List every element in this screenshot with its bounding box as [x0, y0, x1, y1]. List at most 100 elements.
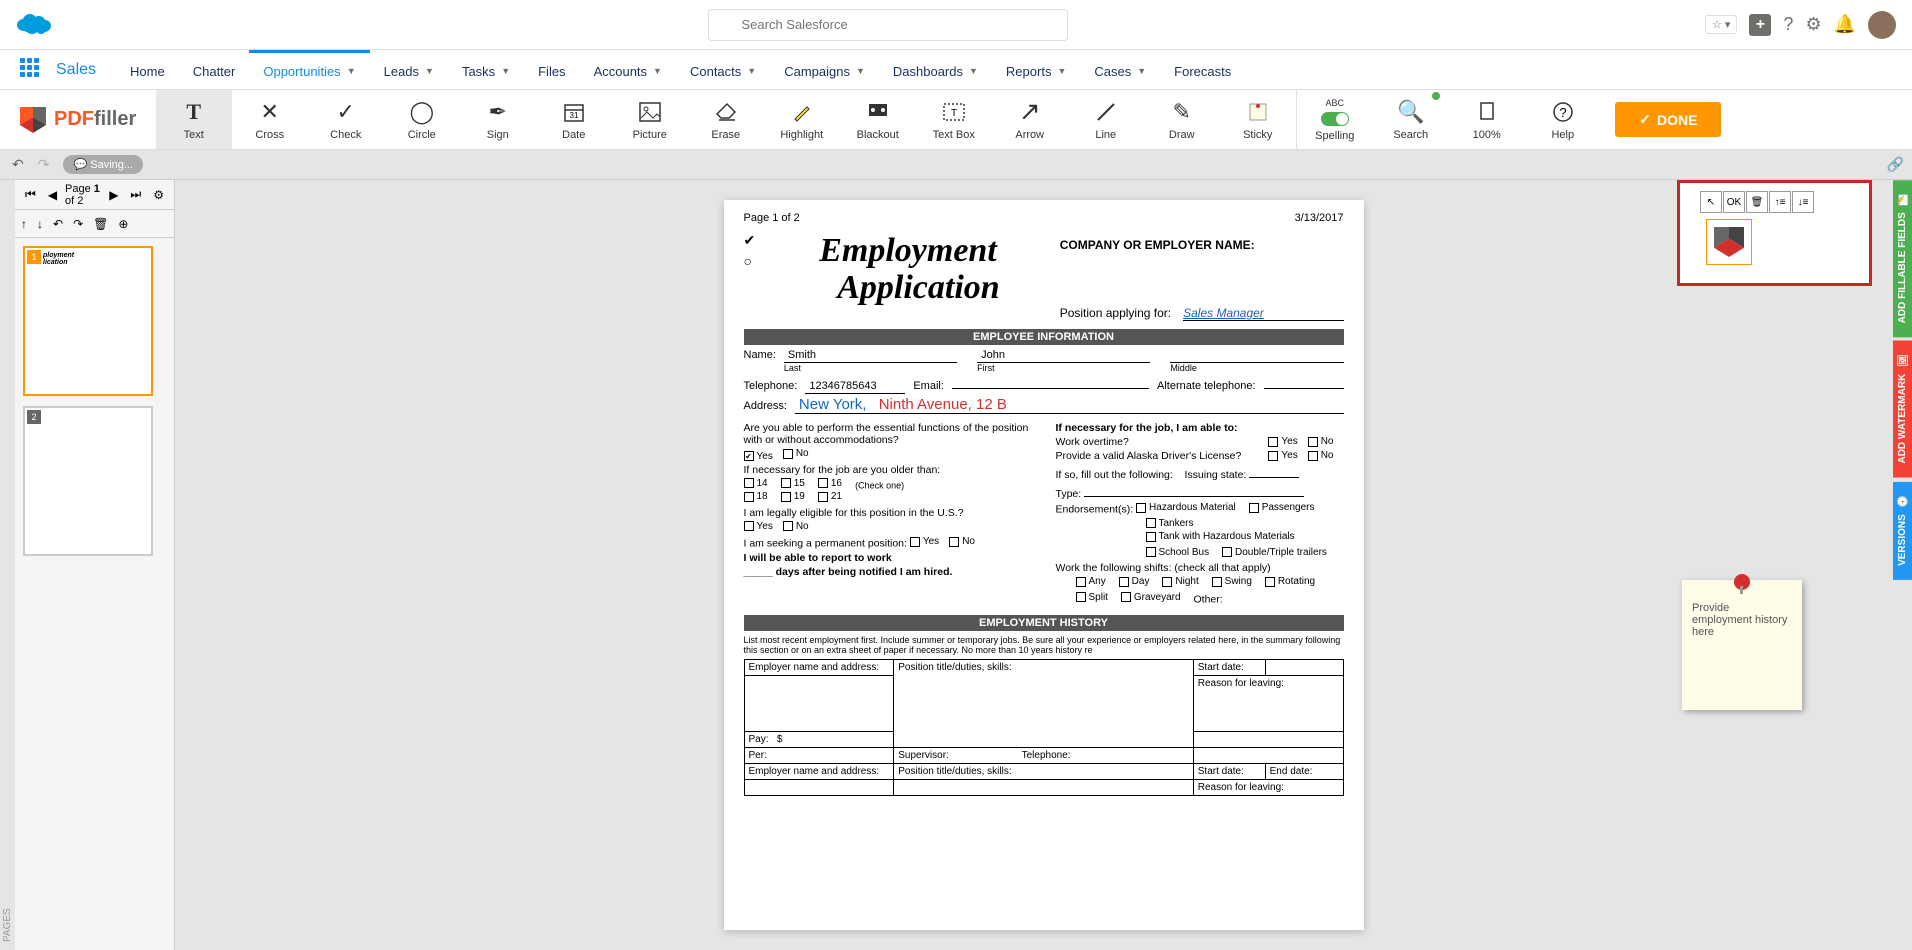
nav-cases[interactable]: Cases▼ — [1080, 50, 1160, 90]
tool-cross[interactable]: ✕Cross — [232, 90, 308, 149]
nav-leads[interactable]: Leads▼ — [370, 50, 448, 90]
side-tab-versions[interactable]: VERSIONS🕘 — [1893, 482, 1912, 580]
tool-search[interactable]: 🔍Search — [1373, 90, 1449, 149]
rotate-right-icon[interactable]: ↷ — [73, 217, 83, 231]
tool-zoom[interactable]: 100% — [1449, 90, 1525, 149]
first-page-icon[interactable]: ⏮ — [21, 185, 40, 204]
address-street[interactable]: Ninth Avenue, 12 B — [879, 396, 1007, 413]
tool-draw[interactable]: ✎Draw — [1144, 90, 1220, 149]
nav-forecasts[interactable]: Forecasts — [1160, 50, 1245, 90]
chevron-down-icon: ▼ — [347, 66, 356, 76]
annotation-cursor-icon[interactable]: ↖ — [1700, 191, 1722, 213]
prev-page-icon[interactable]: ◀ — [44, 186, 61, 204]
annotation-bring-front-icon[interactable]: ↑≡ — [1769, 191, 1791, 213]
tool-check[interactable]: ✓Check — [308, 90, 384, 149]
versions-icon: 🕘 — [1897, 496, 1908, 508]
page-date: 3/13/2017 — [1295, 212, 1344, 224]
annotation-highlight-box: ↖ OK 🗑 ↑≡ ↓≡ — [1677, 180, 1872, 286]
side-tab-fillable-fields[interactable]: ADD FILLABLE FIELDS📝 — [1893, 180, 1912, 337]
doc-title-1: Employment — [819, 232, 999, 269]
tool-arrow[interactable]: ↗Arrow — [992, 90, 1068, 149]
fillable-icon: 📝 — [1897, 194, 1908, 206]
favorites-dropdown[interactable]: ☆ ▾ — [1705, 15, 1737, 34]
telephone[interactable]: 12346785643 — [809, 380, 876, 392]
cb-yes[interactable]: ✔Yes — [744, 451, 773, 462]
thumbnail-page-1[interactable]: 1 ploymentlication — [23, 246, 153, 396]
cb-no[interactable]: No — [783, 448, 809, 459]
nav-dashboards[interactable]: Dashboards▼ — [879, 50, 992, 90]
svg-text:?: ? — [1559, 105, 1566, 120]
tool-help[interactable]: ?Help — [1525, 90, 1601, 149]
thumbnail-page-2[interactable]: 2 — [23, 406, 153, 556]
checkbox-markers: ✔○ — [744, 232, 756, 269]
last-name[interactable]: Smith — [788, 349, 816, 361]
position-value[interactable]: Sales Manager — [1183, 306, 1264, 320]
tool-erase[interactable]: Erase — [688, 90, 764, 149]
check-icon: ✓ — [1639, 111, 1651, 128]
tool-text[interactable]: TText — [156, 90, 232, 149]
company-label: COMPANY OR EMPLOYER NAME: — [1060, 238, 1344, 252]
nav-accounts[interactable]: Accounts▼ — [580, 50, 676, 90]
tool-circle[interactable]: ◯Circle — [384, 90, 460, 149]
page-settings-icon[interactable]: ⚙ — [149, 186, 168, 204]
annotation-ok-button[interactable]: OK — [1723, 191, 1745, 213]
redo-icon[interactable]: ↷ — [38, 156, 50, 173]
tool-sticky[interactable]: Sticky — [1220, 90, 1296, 149]
nav-contacts[interactable]: Contacts▼ — [676, 50, 770, 90]
link-icon[interactable]: 🔗 — [1887, 156, 1904, 173]
tool-spelling[interactable]: ABCSpelling — [1297, 90, 1373, 149]
notifications-icon[interactable]: 🔔 — [1834, 14, 1856, 35]
done-button[interactable]: ✓DONE — [1615, 102, 1721, 137]
svg-text:T: T — [951, 108, 957, 119]
section-employment-history: EMPLOYMENT HISTORY — [744, 615, 1344, 631]
watermark-icon: 🖼 — [1897, 355, 1908, 368]
side-tab-watermark[interactable]: ADD WATERMARK🖼 — [1893, 341, 1912, 478]
svg-text:31: 31 — [569, 111, 578, 120]
pdffiller-logo: PDFfiller — [0, 90, 156, 149]
tool-picture[interactable]: Picture — [612, 90, 688, 149]
page-indicator: Page 1 of 2 — [65, 183, 101, 207]
nav-reports[interactable]: Reports▼ — [992, 50, 1080, 90]
tool-blackout[interactable]: Blackout — [840, 90, 916, 149]
employment-history-table: Employer name and address: Position titl… — [744, 659, 1344, 796]
help-icon[interactable]: ? — [1783, 14, 1793, 35]
doc-title-2: Application — [837, 269, 999, 306]
document-page[interactable]: Page 1 of 2 3/13/2017 ✔○ Employment Appl… — [724, 200, 1364, 930]
rotate-left-icon[interactable]: ↶ — [53, 217, 63, 231]
nav-opportunities[interactable]: Opportunities▼ — [249, 50, 369, 90]
nav-home[interactable]: Home — [116, 50, 179, 90]
tool-date[interactable]: 31Date — [536, 90, 612, 149]
nav-tasks[interactable]: Tasks▼ — [448, 50, 524, 90]
nav-campaigns[interactable]: Campaigns▼ — [770, 50, 879, 90]
tool-sign[interactable]: ✒Sign — [460, 90, 536, 149]
user-avatar[interactable] — [1868, 11, 1896, 39]
annotation-delete-icon[interactable]: 🗑 — [1746, 191, 1768, 213]
sticky-text: Provide employment history here — [1692, 602, 1787, 638]
sticky-note[interactable]: Provide employment history here — [1682, 580, 1802, 710]
nav-files[interactable]: Files — [524, 50, 579, 90]
page-label: Page 1 of 2 — [744, 212, 800, 224]
app-launcher-icon[interactable] — [20, 58, 44, 82]
delete-page-icon[interactable]: 🗑 — [93, 217, 108, 231]
settings-icon[interactable]: ⚙ — [1805, 14, 1821, 35]
first-name[interactable]: John — [981, 349, 1005, 361]
position-label: Position applying for: — [1060, 306, 1171, 321]
last-page-icon[interactable]: ⏭ — [126, 185, 145, 204]
pages-label: PAGES — [0, 180, 15, 950]
inserted-image[interactable] — [1706, 219, 1752, 265]
pin-icon — [1734, 574, 1750, 590]
add-icon[interactable]: + — [1749, 14, 1771, 36]
move-down-icon[interactable]: ↓ — [37, 217, 43, 231]
tool-highlight[interactable]: Highlight — [764, 90, 840, 149]
undo-icon[interactable]: ↶ — [12, 156, 24, 173]
add-page-icon[interactable]: ⊕ — [118, 217, 128, 231]
annotation-send-back-icon[interactable]: ↓≡ — [1792, 191, 1814, 213]
tool-line[interactable]: Line — [1068, 90, 1144, 149]
tool-textbox[interactable]: TText Box — [916, 90, 992, 149]
nav-chatter[interactable]: Chatter — [179, 50, 250, 90]
salesforce-search-input[interactable] — [708, 9, 1068, 41]
move-up-icon[interactable]: ↑ — [21, 217, 27, 231]
address-city[interactable]: New York, — [799, 396, 867, 413]
next-page-icon[interactable]: ▶ — [105, 186, 122, 204]
status-saving: 💬 Saving... — [63, 155, 143, 174]
